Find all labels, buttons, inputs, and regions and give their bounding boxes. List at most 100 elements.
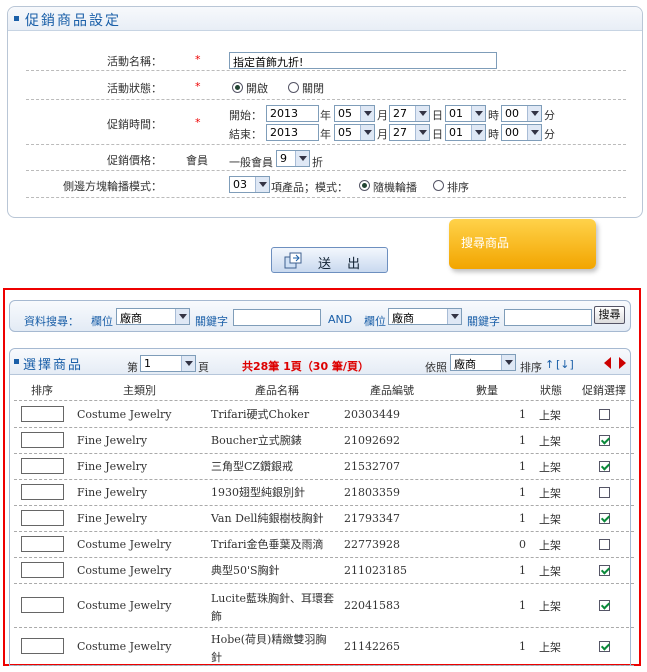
qty-cell: 1 (519, 460, 526, 473)
end-year-input[interactable]: 2013 (266, 124, 319, 141)
promotion-checkbox[interactable] (599, 409, 610, 420)
discount-select[interactable]: 9 (276, 150, 310, 167)
promotion-checkbox[interactable] (599, 487, 610, 498)
promotion-checkbox[interactable] (599, 600, 610, 611)
product-name-cell: Trifari金色垂葉及雨滴 (211, 538, 324, 551)
search-field2-select[interactable]: 廠商 (388, 308, 462, 325)
order-input[interactable] (21, 597, 64, 613)
keyword2-label: 關鍵字 (467, 315, 500, 328)
promotion-checkbox[interactable] (599, 461, 610, 472)
end-month-select[interactable]: 05 (334, 124, 375, 141)
category-cell: Costume Jewelry (77, 564, 172, 577)
promotion-checkbox[interactable] (599, 513, 610, 524)
chevron-down-icon (295, 151, 309, 166)
status-off-radio[interactable] (288, 82, 299, 93)
end-minute-select[interactable]: 00 (501, 124, 542, 141)
promotion-checkbox[interactable] (599, 641, 610, 652)
required-mark: * (195, 116, 201, 129)
table-row: Costume Jewelry Trifari硬式Choker 20303449 1 上… (14, 402, 634, 428)
start-hour-select[interactable]: 01 (445, 105, 486, 122)
promotion-checkbox[interactable] (599, 539, 610, 550)
status-cell: 上架 (539, 641, 561, 654)
status-on-radio[interactable] (232, 82, 243, 93)
carousel-count-select[interactable]: 03 (229, 176, 270, 193)
qty-cell: 1 (519, 486, 526, 499)
product-code-cell: 20303449 (344, 408, 400, 421)
category-cell: Costume Jewelry (77, 599, 172, 612)
col-header-status: 狀態 (540, 384, 562, 397)
product-name-cell: Lucite藍珠胸針、耳環套 (211, 592, 334, 605)
unit-minute: 分 (544, 109, 555, 122)
list-summary: 共28筆 1頁（30 筆/頁） (242, 360, 369, 373)
end-day-select[interactable]: 27 (389, 124, 430, 141)
unit-hour: 時 (488, 128, 499, 141)
product-code-cell: 22773928 (344, 538, 400, 551)
mode-random-radio[interactable] (359, 180, 370, 191)
page-select[interactable]: 1 (140, 355, 196, 372)
status-cell: 上架 (539, 539, 561, 552)
status-cell: 上架 (539, 409, 561, 422)
carousel-mode-label: 側邊方塊輪播模式： (63, 180, 162, 193)
promotion-checkbox[interactable] (599, 435, 610, 446)
product-name-cell-cont: 針 (211, 651, 222, 664)
field2-label: 欄位 (364, 315, 386, 328)
promotion-price-label: 促銷價格： (107, 154, 162, 167)
chevron-down-icon (175, 309, 189, 324)
prev-page-icon[interactable] (604, 357, 611, 369)
search-products-tooltip: 搜尋商品 (449, 219, 596, 269)
keyword-input[interactable] (233, 309, 321, 326)
chevron-down-icon (471, 125, 485, 140)
sort-asc-link[interactable]: ↑ (545, 358, 554, 371)
start-minute-value: 00 (505, 107, 519, 120)
end-month-value: 05 (338, 126, 352, 139)
order-input[interactable] (21, 562, 64, 578)
table-row: Costume Jewelry Hobe(荷貝)精緻雙羽胸針 21142265 1 上架 (14, 628, 634, 666)
col-header-qty: 數量 (476, 384, 498, 397)
mode-random-label: 隨機輪播 (373, 181, 417, 194)
unit-month: 月 (377, 109, 388, 122)
list-title: 選擇商品 (23, 358, 84, 373)
order-input[interactable] (21, 638, 64, 654)
order-input[interactable] (21, 432, 64, 448)
general-member-label: 一般會員 (229, 156, 273, 169)
qty-cell: 1 (519, 408, 526, 421)
sort-field-value: 廠商 (454, 358, 476, 371)
search-field-select[interactable]: 廠商 (116, 308, 190, 325)
status-cell: 上架 (539, 513, 561, 526)
product-code-cell: 21793347 (344, 512, 400, 525)
title-bullet-icon (14, 16, 19, 21)
order-input[interactable] (21, 536, 64, 552)
start-month-select[interactable]: 05 (334, 105, 375, 122)
keyword2-input[interactable] (504, 309, 592, 326)
start-year-input[interactable]: 2013 (266, 105, 319, 122)
sort-desc-link[interactable]: [↓] (556, 358, 574, 371)
qty-cell: 1 (519, 512, 526, 525)
order-input[interactable] (21, 458, 64, 474)
page-value: 1 (144, 357, 151, 370)
search-field2-value: 廠商 (392, 312, 414, 325)
order-input[interactable] (21, 406, 64, 422)
unit-year: 年 (320, 109, 331, 122)
order-input[interactable] (21, 510, 64, 526)
table-row: Fine Jewelry Boucher立式腕錶 21092692 1 上架 (14, 428, 634, 454)
activity-name-input[interactable]: 指定首飾九折! (229, 52, 497, 69)
promotion-checkbox[interactable] (599, 565, 610, 576)
mode-sort-radio[interactable] (433, 180, 444, 191)
carousel-count-value: 03 (233, 178, 247, 191)
category-cell: Costume Jewelry (77, 640, 172, 653)
sort-field-select[interactable]: 廠商 (450, 354, 516, 371)
order-input[interactable] (21, 484, 64, 500)
submit-icon (284, 252, 302, 269)
category-cell: Fine Jewelry (77, 486, 148, 499)
unit-month: 月 (377, 128, 388, 141)
search-button[interactable]: 搜尋 (594, 306, 625, 324)
next-page-icon[interactable] (619, 357, 626, 369)
start-day-select[interactable]: 27 (389, 105, 430, 122)
chevron-down-icon (447, 309, 461, 324)
end-hour-select[interactable]: 01 (445, 124, 486, 141)
product-name-cell: 三角型CZ鑽銀戒 (211, 460, 294, 473)
submit-button[interactable]: 送 出 (271, 247, 388, 273)
activity-name-label: 活動名稱： (107, 55, 162, 68)
start-minute-select[interactable]: 00 (501, 105, 542, 122)
category-cell: Fine Jewelry (77, 434, 148, 447)
